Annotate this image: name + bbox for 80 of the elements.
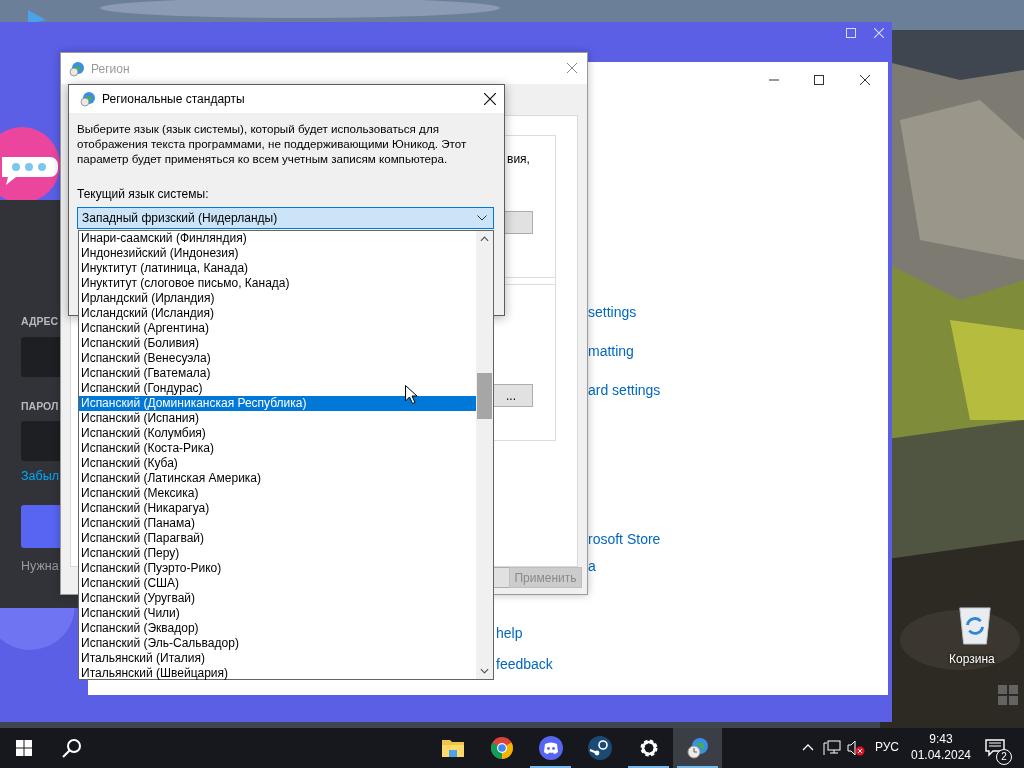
settings-link[interactable]: rosoft Store [588,530,661,548]
running-indicator [530,766,571,768]
list-option[interactable]: Испанский (Гондурас) [79,381,476,396]
list-option[interactable]: Испанский (Перу) [79,546,476,561]
list-option[interactable]: Испанский (Латинская Америка) [79,471,476,486]
list-option[interactable]: Испанский (США) [79,576,476,591]
taskbar-button[interactable] [673,728,722,768]
help-link[interactable]: feedback [496,655,553,673]
field-label: АДРЕС [21,315,59,328]
maximize-icon[interactable] [814,75,824,85]
list-option[interactable]: Итальянский (Италия) [79,651,476,666]
list-option[interactable]: Испанский (Гватемала) [79,366,476,381]
scroll-up-icon[interactable] [480,236,489,242]
globe-icon [80,91,96,107]
list-option[interactable]: Индонезийский (Индонезия) [79,246,476,261]
language-dropdown[interactable]: Западный фризский (Нидерланды) [77,207,494,229]
running-indicator [628,766,669,768]
field-label: ПАРОЛ [21,400,59,413]
clock-date[interactable]: 01.04.2024 [910,747,972,763]
notification-badge[interactable]: 2 [996,749,1012,765]
description-text: Выберите язык (язык системы), который будет использоваться для отображения текста программами, не поддерживающими Юникод. Этот параметр будет применяться ко всем учетным записям компьютера. [77,121,468,166]
search-icon[interactable] [62,738,82,758]
settings-link[interactable]: settings [588,303,637,321]
clock-time[interactable]: 9:43 [929,731,953,747]
grid-icon [998,685,1018,705]
list-option[interactable]: Испанский (Боливия) [79,336,476,351]
list-option[interactable]: Ирландский (Ирландия) [79,291,476,306]
list-option[interactable]: Испанский (Панама) [79,516,476,531]
settings-button[interactable]: ... [491,384,533,407]
settings-link[interactable]: ard settings [588,381,661,399]
scrollbar[interactable] [476,231,493,679]
window-title: Регион [91,61,130,76]
list-option[interactable]: Инуктитут (латиница, Канада) [79,261,476,276]
list-option[interactable]: Испанский (Доминиканская Республика) [79,396,476,411]
help-link[interactable]: help [496,624,523,642]
list-option[interactable]: Испанский (Куба) [79,456,476,471]
chevron-down-icon [477,215,487,221]
running-indicator [677,766,718,768]
window-title: Региональные стандарты [102,92,245,106]
list-option[interactable]: Испанский (Эквадор) [79,621,476,636]
forgot-link[interactable]: Забыл [21,468,59,484]
list-option[interactable]: Испанский (Чили) [79,606,476,621]
close-icon[interactable] [860,75,870,85]
list-option[interactable]: Испанский (Эль-Сальвадор) [79,636,476,651]
language-indicator[interactable]: РУС [875,740,900,754]
globe-icon [69,60,85,77]
recycle-bin-icon[interactable] [956,604,994,646]
recycle-bin-label[interactable]: Корзина [949,652,995,666]
windows-logo-icon[interactable] [16,740,32,756]
settings-link[interactable]: matting [588,342,634,360]
list-option[interactable]: Испанский (Аргентина) [79,321,476,336]
list-option[interactable]: Испанский (Испания) [79,411,476,426]
list-option[interactable]: Инуктитут (слоговое письмо, Канада) [79,276,476,291]
field-label: Текущий язык системы: [77,187,209,202]
list-option[interactable]: Испанский (Пуэрто-Рико) [79,561,476,576]
volume-muted-icon[interactable] [847,740,865,756]
discord-icon [538,736,563,760]
register-text: Нужна [21,558,59,574]
scroll-thumb[interactable] [477,373,492,419]
cursor-icon [405,385,417,404]
chrome-icon [489,736,514,760]
group-text: вия, [507,152,530,167]
list-option[interactable]: Испанский (Никарагуа) [79,501,476,516]
close-icon[interactable] [484,93,496,105]
globe-clock-icon [685,736,710,760]
list-option[interactable]: Испанский (Колумбия) [79,426,476,441]
steam-icon [587,736,612,760]
triangle-icon [28,10,46,24]
network-icon[interactable] [823,740,841,756]
settings-link[interactable]: a [588,557,596,575]
list-option[interactable]: Итальянский (Швейцария) [79,666,476,681]
caret-up-icon[interactable] [802,744,814,751]
list-option[interactable]: Испанский (Венесуэла) [79,351,476,366]
list-option[interactable]: Инари-саамский (Финляндия) [79,231,476,246]
list-option[interactable]: Испанский (Коста-Рика) [79,441,476,456]
list-option[interactable]: Испанский (Мексика) [79,486,476,501]
scroll-down-icon[interactable] [480,668,489,674]
list-option[interactable]: Исландский (Исландия) [79,306,476,321]
list-option[interactable]: Испанский (Парагвай) [79,531,476,546]
list-option[interactable]: Испанский (Уругвай) [79,591,476,606]
